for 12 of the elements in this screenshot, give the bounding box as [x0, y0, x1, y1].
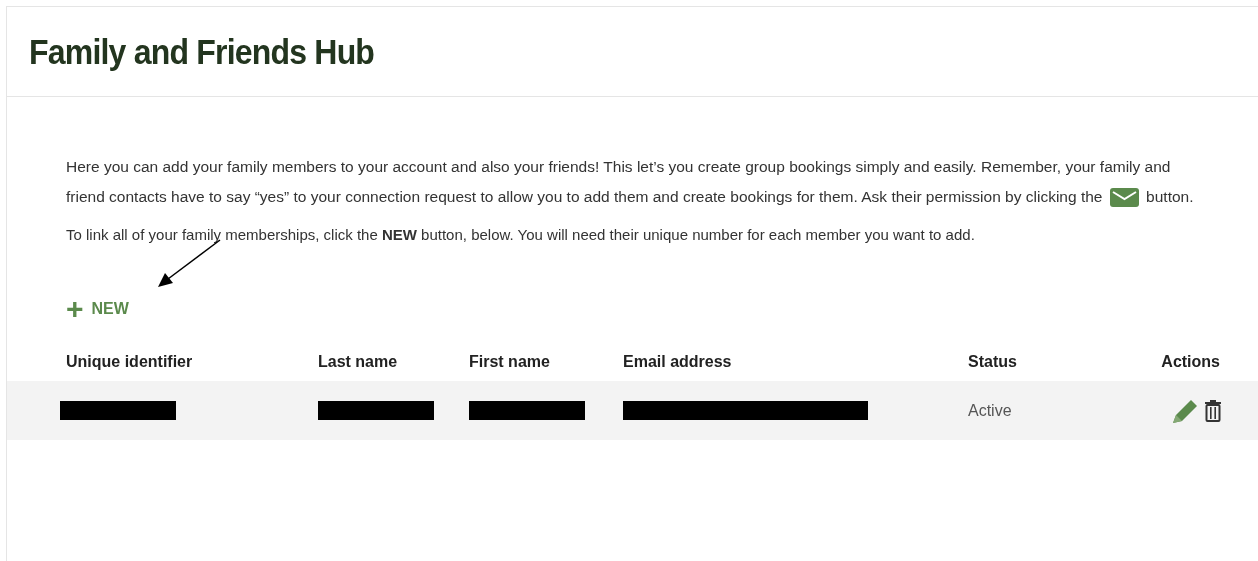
column-header: Status: [968, 353, 1017, 370]
column-header: Email address: [623, 353, 732, 370]
column-header: Actions: [1161, 353, 1220, 370]
column-header: Unique identifier: [66, 353, 193, 370]
instruction-text: To link all of your family memberships, click the NEW button, below. You will need their unique number for each member you want to add.: [66, 225, 976, 245]
page-title: Family and Friends Hub: [29, 30, 375, 74]
intro-paragraph: Here you can add your family members to your account and also your friends! This let’s you create group bookings simply and easily. Remember, your family and friend contacts have to say “yes” to your connection request to allow you to add them and create bookings for them. Ask their permission by clicking the button.: [66, 152, 1194, 212]
column-header: First name: [469, 353, 550, 370]
column-header: Last name: [318, 353, 398, 370]
plus-icon: +: [66, 297, 84, 321]
new-button[interactable]: + NEW: [66, 297, 129, 321]
table-cell: Active: [968, 401, 1012, 419]
